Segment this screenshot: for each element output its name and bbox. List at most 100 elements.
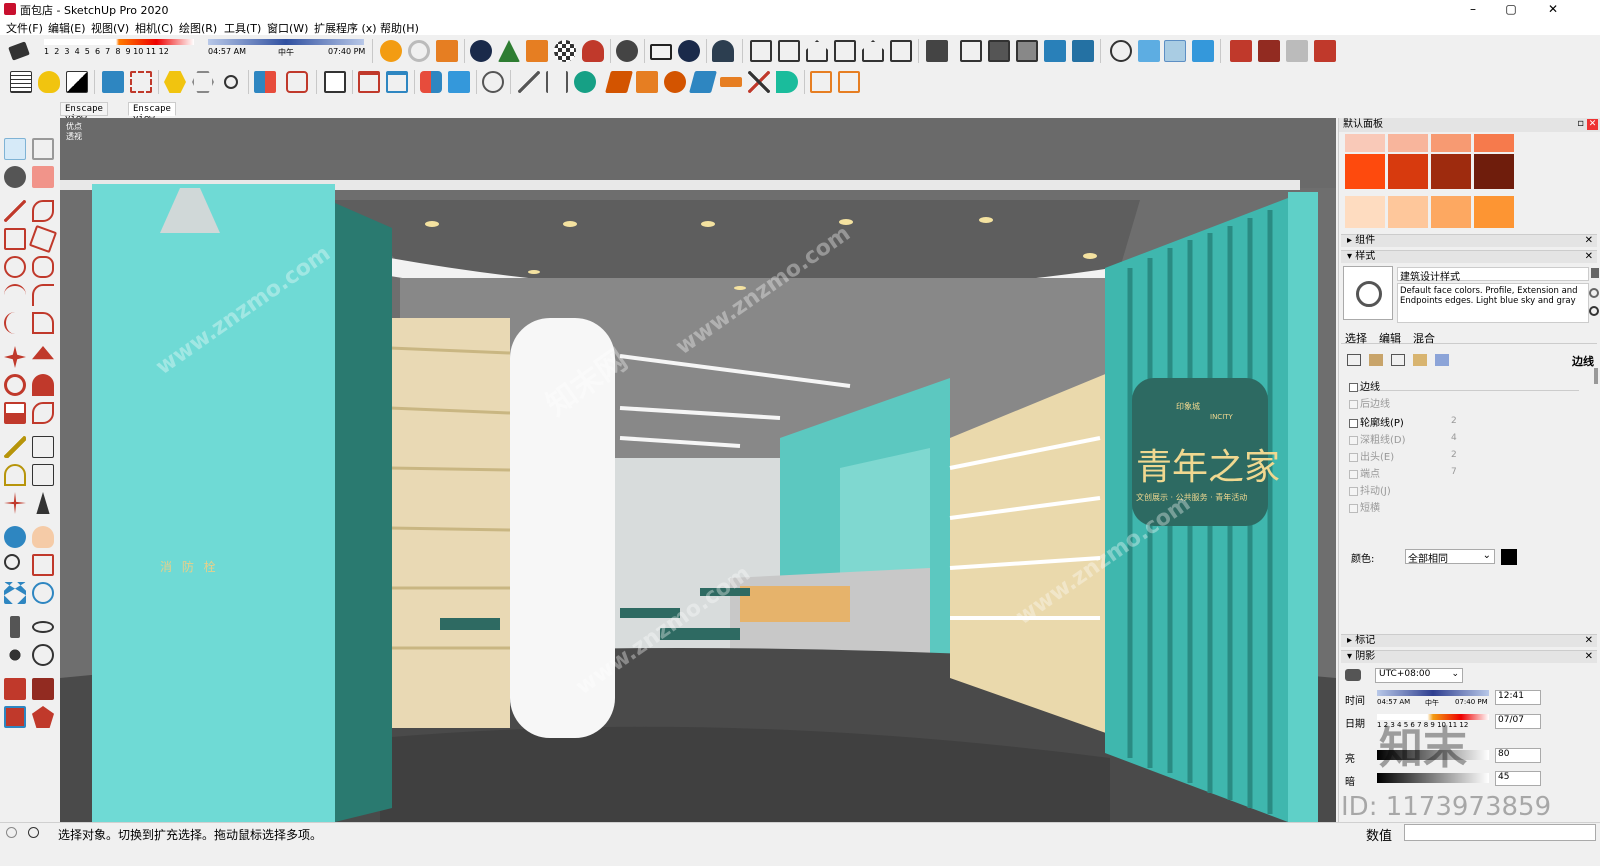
menu-extensions[interactable]: 扩展程序 (x) <box>314 20 377 36</box>
hexagon-icon[interactable] <box>164 71 186 93</box>
material-swatch[interactable] <box>1345 154 1385 189</box>
list-icon[interactable] <box>10 71 32 93</box>
material-swatch[interactable] <box>1431 196 1471 228</box>
pencil-icon[interactable] <box>4 200 26 222</box>
dashes-checkbox[interactable] <box>1349 503 1358 513</box>
material-swatch[interactable] <box>1474 134 1514 152</box>
style-description[interactable]: Default face colors. Profile, Extension … <box>1397 283 1589 323</box>
hidden-line-icon[interactable] <box>1016 40 1038 62</box>
material-swatch[interactable] <box>1431 134 1471 152</box>
iso-view-icon[interactable] <box>750 40 772 62</box>
swap-icon[interactable] <box>420 71 442 93</box>
arc-icon[interactable] <box>4 284 26 306</box>
material-swatch[interactable] <box>1431 154 1471 189</box>
follow-me-icon[interactable] <box>32 374 54 396</box>
menu-file[interactable]: 文件(F) <box>6 20 43 36</box>
menu-tools[interactable]: 工具(T) <box>224 20 261 36</box>
warehouse-icon[interactable] <box>380 40 402 62</box>
box-icon[interactable] <box>636 71 658 93</box>
eraser-icon[interactable] <box>32 166 54 188</box>
protractor-icon[interactable] <box>4 464 26 486</box>
checker-icon[interactable] <box>554 40 576 62</box>
maximize-button[interactable]: ▢ <box>1494 0 1528 18</box>
contrast-icon[interactable] <box>66 71 88 93</box>
hexagon-outline-icon[interactable] <box>192 71 214 93</box>
section-cut-icon[interactable] <box>1164 40 1186 62</box>
edge-setting[interactable]: 边线 <box>1349 378 1380 393</box>
menu-camera[interactable]: 相机(C) <box>135 20 173 36</box>
shadow-toggle-icon[interactable] <box>1345 669 1361 681</box>
edge-color-select[interactable]: 全部相同 ⌄ <box>1405 549 1495 565</box>
edge-setting[interactable]: 轮廓线(P) <box>1349 414 1404 429</box>
checkbox-icon[interactable] <box>448 71 470 93</box>
edge-settings-icon[interactable] <box>1347 354 1361 366</box>
edge-setting[interactable]: 后边线 <box>1349 395 1390 410</box>
ruby-icon[interactable] <box>1230 40 1252 62</box>
text-icon[interactable] <box>32 464 54 486</box>
delete-tag-icon[interactable] <box>286 71 308 93</box>
wireframe-icon[interactable] <box>988 40 1010 62</box>
mail-icon[interactable] <box>650 44 672 60</box>
shaded-textures-icon[interactable] <box>1072 40 1094 62</box>
point-icon[interactable] <box>224 75 238 89</box>
dimension-icon[interactable] <box>32 436 54 458</box>
curve-icon[interactable] <box>776 71 798 93</box>
left-view-icon[interactable] <box>890 40 912 62</box>
select-arrow-icon[interactable] <box>4 138 26 160</box>
timezone-select[interactable]: UTC+08:00 ⌄ <box>1375 668 1463 683</box>
scrollbar[interactable] <box>1594 368 1598 384</box>
info-icon[interactable] <box>678 40 700 62</box>
paint-bucket-icon[interactable] <box>4 166 26 188</box>
tab-edit[interactable]: 编辑 <box>1379 330 1401 346</box>
close-icon[interactable]: ✕ <box>1585 235 1593 247</box>
line-icon[interactable] <box>518 71 540 93</box>
pie-icon[interactable] <box>32 312 54 334</box>
menu-view[interactable]: 视图(V) <box>91 20 129 36</box>
tab-mix[interactable]: 混合 <box>1413 330 1435 346</box>
top-view-icon[interactable] <box>778 40 800 62</box>
3d-viewport[interactable]: 优点 透视 消 防 栓 印象城 INCITY 青年之家 文创展示 · 公共服务 ·… <box>60 118 1336 822</box>
components-section-header[interactable]: ▸ 组件 ✕ <box>1341 234 1597 247</box>
rotate-icon[interactable] <box>4 374 26 396</box>
material-swatch[interactable] <box>1345 134 1385 152</box>
minimize-button[interactable]: – <box>1456 0 1490 18</box>
edge-setting[interactable]: 深粗线(D) <box>1349 431 1406 446</box>
back-edges-icon[interactable] <box>960 40 982 62</box>
close-icon[interactable]: ✕ <box>1585 635 1593 647</box>
add-icon[interactable] <box>470 40 492 62</box>
dimension-icon[interactable] <box>546 71 568 93</box>
zoom-icon[interactable] <box>4 554 20 570</box>
previous-view-icon[interactable] <box>32 582 54 604</box>
menu-draw[interactable]: 绘图(R) <box>179 20 217 36</box>
material-swatch[interactable] <box>1474 196 1514 228</box>
material-swatch[interactable] <box>1388 154 1428 189</box>
zoom-extents-icon[interactable] <box>4 582 26 604</box>
menu-window[interactable]: 窗口(W) <box>267 20 308 36</box>
ruby-extension-icon[interactable] <box>1314 40 1336 62</box>
endpoints-value[interactable]: 7 <box>1451 467 1457 477</box>
section-fill-icon[interactable] <box>1192 40 1214 62</box>
section-plane-icon[interactable] <box>32 644 54 666</box>
jitter-checkbox[interactable] <box>1349 486 1358 496</box>
extension-checkbox[interactable] <box>1349 452 1358 462</box>
cloud-upload-icon[interactable] <box>582 40 604 62</box>
face-settings-icon[interactable] <box>1369 354 1383 366</box>
value-input[interactable] <box>1404 824 1596 841</box>
info-icon[interactable] <box>28 827 39 838</box>
push-pull-icon[interactable] <box>32 346 54 360</box>
pan-hand-icon[interactable] <box>32 526 54 548</box>
shadow-date-slider[interactable]: 1 2 3 4 5 6 7 8 9 10 11 12 <box>44 39 194 65</box>
extension-value[interactable]: 2 <box>1451 450 1457 460</box>
surface-icon[interactable] <box>689 71 717 93</box>
window-icon[interactable] <box>324 71 346 93</box>
time-input[interactable]: 12:41 <box>1495 690 1541 705</box>
section-display-icon[interactable] <box>1138 40 1160 62</box>
tags-section-header[interactable]: ▸ 标记 ✕ <box>1341 634 1597 647</box>
rectangle-icon[interactable] <box>4 228 26 250</box>
two-point-arc-icon[interactable] <box>32 284 54 306</box>
style-name-field[interactable]: 建筑设计样式 <box>1397 267 1589 283</box>
scene-tab-1[interactable]: Enscape view <box>60 102 108 124</box>
polygon-icon[interactable] <box>32 256 54 278</box>
sandbox-smoove-icon[interactable] <box>32 678 54 700</box>
ruby-console-icon[interactable] <box>1258 40 1280 62</box>
